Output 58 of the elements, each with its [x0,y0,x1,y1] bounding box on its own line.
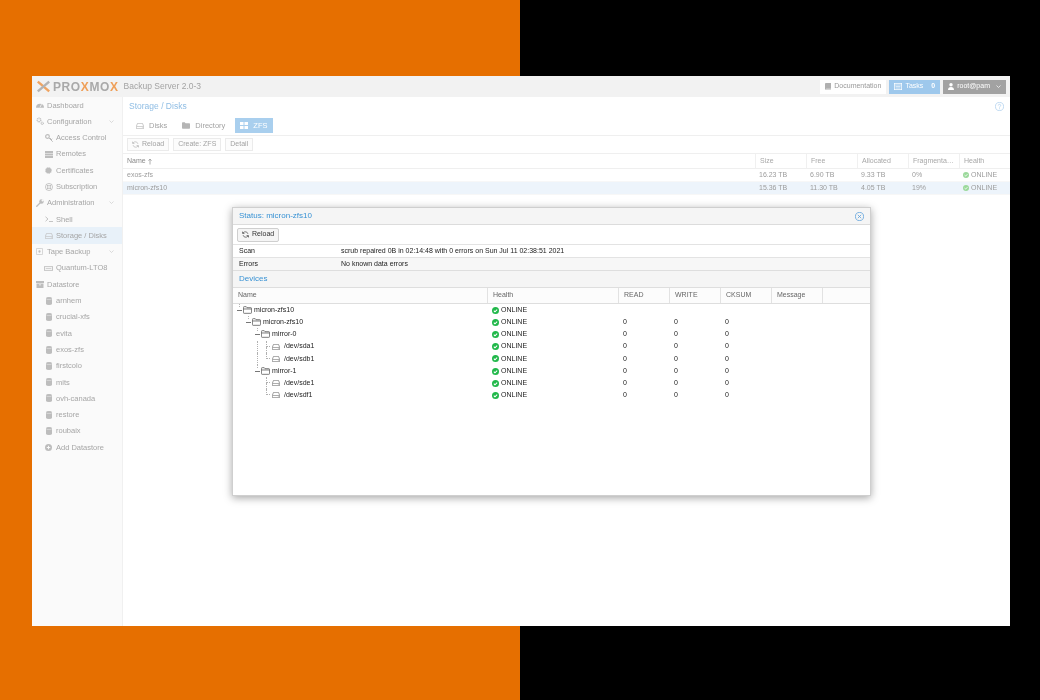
check-circle-icon [492,355,499,363]
help-icon[interactable] [995,102,1004,111]
database-icon [45,378,52,387]
drive-icon [44,265,53,271]
database-icon [45,296,52,305]
check-circle-icon [492,343,499,351]
list-icon [894,83,903,90]
database-icon [45,394,52,403]
wrench-icon [35,198,44,207]
database-icon [45,361,52,370]
dialog-title: Status: micron-zfs10 [239,210,312,222]
terminal-icon [44,216,53,223]
refresh-icon [132,141,139,148]
hard-drive-icon [44,232,53,239]
user-icon [948,83,955,90]
database-icon [45,410,52,419]
check-circle-icon [492,330,499,338]
database-icon [45,345,52,354]
close-icon[interactable] [855,211,864,221]
check-circle-icon [492,367,499,375]
refresh-icon [242,231,249,238]
hard-drive-icon [272,392,280,399]
hard-drive-icon [136,122,144,129]
database-icon [45,313,52,321]
folder-icon [182,122,191,129]
database-icon [45,329,52,338]
gears-icon [35,117,44,126]
archive-icon [35,280,44,288]
check-circle-icon [492,379,499,387]
hard-drive-icon [272,380,280,387]
folder-icon [261,330,270,339]
gauge-icon [35,102,44,109]
server-icon [44,150,53,158]
life-ring-icon [44,182,53,191]
seal-icon [45,166,52,174]
database-icon [45,427,52,436]
chevron-down-icon [996,85,1001,88]
folder-icon [243,306,252,315]
tape-icon [36,248,43,256]
book-icon [825,83,832,90]
folder-icon [261,367,270,376]
grid-icon [240,122,249,129]
key-icon [44,133,53,142]
hard-drive-icon [272,343,280,350]
check-circle-icon [492,318,499,326]
check-circle-icon [963,172,969,178]
section-header: Devices [233,270,870,288]
logo-icon [36,80,51,93]
check-circle-icon [492,391,499,399]
check-circle-icon [492,306,499,314]
hard-drive-icon [272,355,280,362]
plus-circle-icon [45,443,52,451]
check-circle-icon [963,185,969,191]
folder-icon [252,318,261,327]
page-title: Storage / Disks [129,100,187,113]
product-name: Backup Server 2.0-3 [123,80,202,93]
arrow-up-icon [147,157,152,165]
logo-text: PROXMOX [53,78,119,96]
